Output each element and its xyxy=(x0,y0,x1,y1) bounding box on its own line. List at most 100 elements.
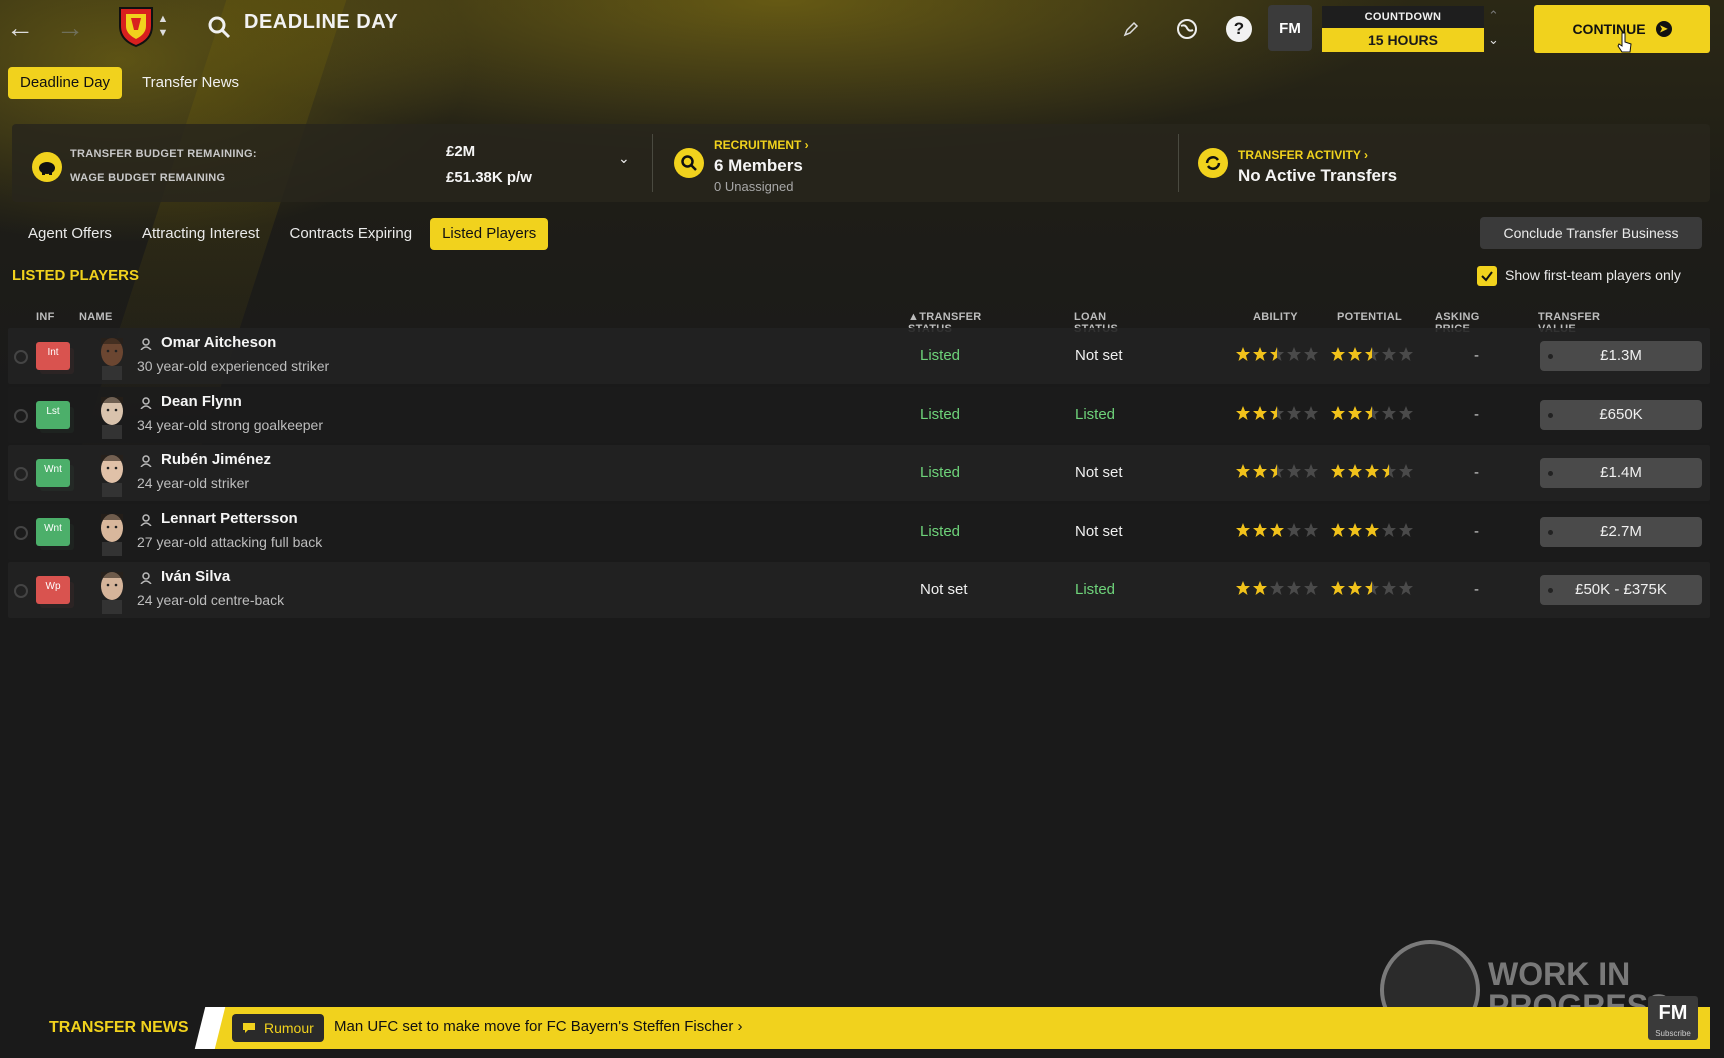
column-inf[interactable]: INF xyxy=(36,311,55,323)
column-potential[interactable]: POTENTIAL xyxy=(1337,311,1402,323)
transfer-value-button[interactable]: £2.7M xyxy=(1540,516,1702,547)
ability-stars xyxy=(1235,463,1319,481)
asking-price: - xyxy=(1474,581,1479,598)
column-name[interactable]: NAME xyxy=(79,311,113,323)
tab-listed-players[interactable]: Listed Players xyxy=(430,218,549,250)
row-select-radio[interactable] xyxy=(14,584,28,598)
inf-badge: Wnt xyxy=(36,459,74,491)
loan-status: Listed xyxy=(1075,405,1116,423)
transfer-value-button[interactable]: £650K xyxy=(1540,399,1702,430)
player-face-avatar[interactable] xyxy=(92,391,132,439)
star-icon xyxy=(1253,405,1267,420)
potential-stars xyxy=(1330,463,1414,481)
person-icon xyxy=(140,513,152,526)
row-select-radio[interactable] xyxy=(14,350,28,364)
recruitment-unassigned: 0 Unassigned xyxy=(714,179,794,194)
potential-stars xyxy=(1330,522,1414,540)
countdown-widget[interactable]: COUNTDOWN 15 HOURS xyxy=(1322,6,1484,54)
star-icon xyxy=(1331,464,1345,478)
club-crest-icon[interactable] xyxy=(116,4,156,48)
player-name[interactable]: Rubén Jiménez xyxy=(161,451,271,468)
player-face-avatar[interactable] xyxy=(92,508,132,556)
player-description: 27 year-old attacking full back xyxy=(137,533,323,550)
table-row[interactable]: Wp Iván Silva 24 year-old centre-back No… xyxy=(8,562,1710,618)
tab-deadline-day[interactable]: Deadline Day xyxy=(8,67,123,99)
column-ability[interactable]: ABILITY xyxy=(1253,311,1298,323)
transfer-status: Not set xyxy=(920,581,968,598)
transfer-status: Listed xyxy=(920,522,961,540)
budget-panel: TRANSFER BUDGET REMAINING: WAGE BUDGET R… xyxy=(12,124,1710,202)
tab-transfer-news[interactable]: Transfer News xyxy=(130,67,251,99)
transfer-value-button[interactable]: £50K - £375K xyxy=(1540,575,1702,605)
star-icon xyxy=(1399,405,1413,420)
inf-badge: Wnt xyxy=(36,517,74,550)
first-team-checkbox[interactable] xyxy=(1477,266,1497,286)
star-icon xyxy=(1287,581,1301,595)
wage-budget-value: £51.38K p/w xyxy=(446,169,532,186)
star-icon xyxy=(1304,522,1318,537)
back-arrow-icon[interactable]: ← xyxy=(2,10,38,46)
star-icon xyxy=(1348,464,1362,478)
table-row[interactable]: Wnt Lennart Pettersson 27 year-old attac… xyxy=(8,503,1710,560)
row-select-radio[interactable] xyxy=(14,408,28,423)
star-icon xyxy=(1236,347,1250,361)
transfer-value-button[interactable]: £1.4M xyxy=(1540,458,1702,488)
transfer-activity-link[interactable]: TRANSFER ACTIVITY › xyxy=(1238,148,1368,162)
row-select-radio[interactable] xyxy=(14,525,28,540)
fm-menu-button[interactable]: FM xyxy=(1268,5,1312,51)
fm-subscribe-badge: FM Subscribe xyxy=(1648,996,1698,1040)
star-icon xyxy=(1253,522,1267,537)
search-icon[interactable] xyxy=(206,14,232,40)
table-row[interactable]: Int Omar Aitcheson 30 year-old experienc… xyxy=(8,328,1710,384)
conclude-transfer-button[interactable]: Conclude Transfer Business xyxy=(1480,217,1702,249)
player-name[interactable]: Iván Silva xyxy=(161,568,230,585)
player-name[interactable]: Dean Flynn xyxy=(161,393,242,410)
star-icon xyxy=(1331,581,1345,595)
tab-attracting-interest[interactable]: Attracting Interest xyxy=(130,218,272,250)
help-icon[interactable]: ? xyxy=(1224,14,1254,44)
rumour-badge: Rumour xyxy=(232,1014,324,1042)
divider xyxy=(652,134,653,192)
table-row[interactable]: Lst Dean Flynn 34 year-old strong goalke… xyxy=(8,386,1710,443)
player-face-avatar[interactable] xyxy=(92,566,132,614)
ability-stars xyxy=(1235,405,1319,423)
star-icon xyxy=(1365,522,1379,537)
countdown-label: COUNTDOWN xyxy=(1322,6,1484,28)
star-icon xyxy=(1287,405,1301,420)
transfer-status: Listed xyxy=(920,464,961,481)
star-icon xyxy=(1399,464,1413,478)
tab-agent-offers[interactable]: Agent Offers xyxy=(16,218,124,250)
countdown-up-icon[interactable]: ⌃ xyxy=(1488,8,1499,24)
club-switch-icon[interactable]: ▲ ▼ xyxy=(156,12,170,44)
row-select-radio[interactable] xyxy=(14,467,28,481)
star-icon xyxy=(1236,581,1250,595)
tab-contracts-expiring[interactable]: Contracts Expiring xyxy=(278,218,425,250)
star-icon xyxy=(1382,581,1396,595)
countdown-down-icon[interactable]: ⌄ xyxy=(1488,32,1499,48)
star-icon xyxy=(1348,405,1362,420)
recruitment-link[interactable]: RECRUITMENT › xyxy=(714,138,809,152)
table-row[interactable]: Wnt Rubén Jiménez 24 year-old striker Li… xyxy=(8,445,1710,501)
player-name[interactable]: Lennart Pettersson xyxy=(161,510,298,527)
player-face-avatar[interactable] xyxy=(92,332,132,380)
edit-pencil-icon[interactable] xyxy=(1116,14,1146,44)
star-icon xyxy=(1270,464,1284,478)
player-name[interactable]: Omar Aitcheson xyxy=(161,334,276,351)
player-description: 24 year-old centre-back xyxy=(137,592,285,608)
first-team-label[interactable]: Show first-team players only xyxy=(1505,267,1681,283)
transfer-activity-icon xyxy=(1198,148,1228,178)
news-headline[interactable]: Man UFC set to make move for FC Bayern's… xyxy=(334,1018,743,1035)
star-icon xyxy=(1365,405,1379,420)
potential-stars xyxy=(1330,405,1414,423)
top-bar: ← → ▲ ▼ DEADLINE DAY ? FM COUNTDOWN 15 HO… xyxy=(0,0,1724,60)
transfer-value-button[interactable]: £1.3M xyxy=(1540,341,1702,371)
star-icon xyxy=(1365,347,1379,361)
player-face-avatar[interactable] xyxy=(92,449,132,497)
star-icon xyxy=(1382,522,1396,537)
person-icon xyxy=(140,455,152,467)
forward-arrow-icon[interactable]: → xyxy=(52,10,88,46)
potential-stars xyxy=(1330,346,1414,364)
star-icon xyxy=(1331,405,1345,420)
globe-icon[interactable] xyxy=(1172,14,1202,44)
chevron-down-icon[interactable]: ⌄ xyxy=(618,150,630,167)
